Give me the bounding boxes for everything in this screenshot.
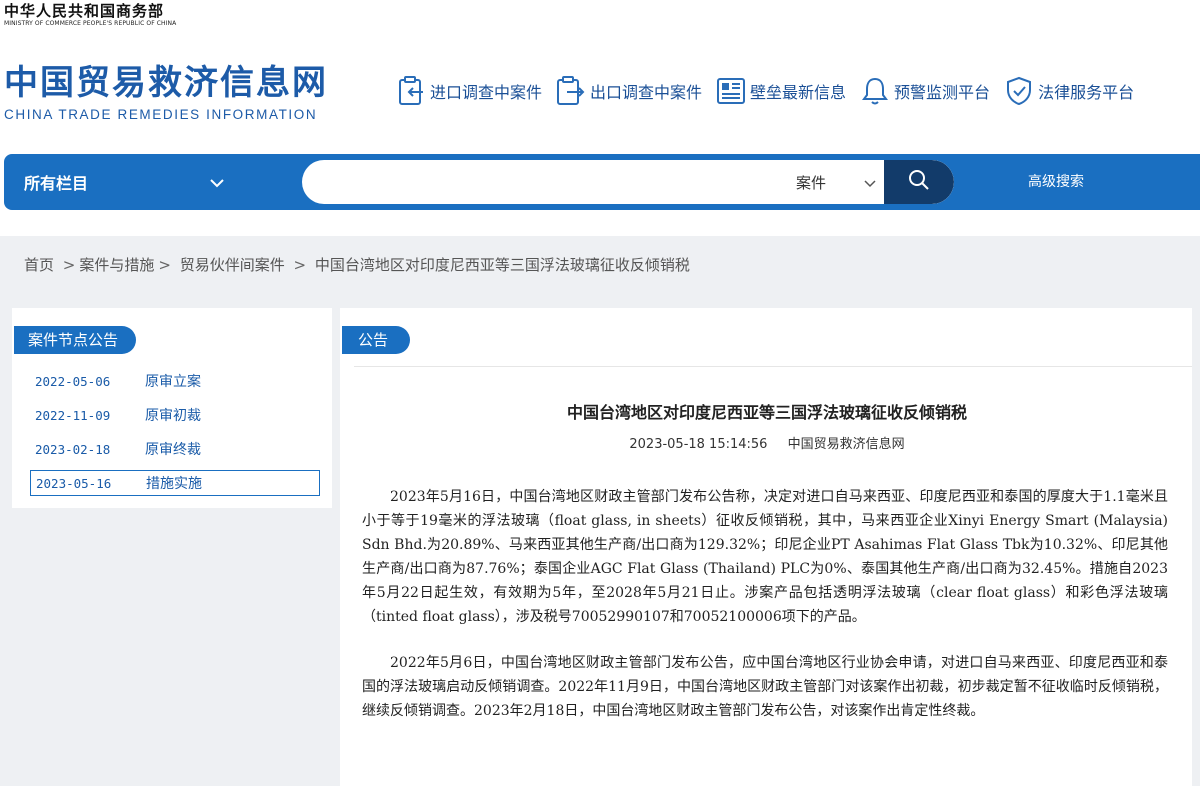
breadcrumb-partner-cases[interactable]: 贸易伙伴间案件	[180, 256, 285, 274]
site-title-en: CHINA TRADE REMEDIES INFORMATION	[4, 107, 318, 122]
case-nodes-panel: 案件节点公告 2022-05-06 原审立案 2022-11-09 原审初裁 2…	[12, 308, 332, 508]
search-button[interactable]	[884, 160, 954, 204]
announcement-article: 中国台湾地区对印度尼西亚等三国浮法玻璃征收反倾销税 2023-05-18 15:…	[354, 366, 1192, 786]
search-icon	[908, 169, 930, 195]
article-body: 2023年5月16日，中国台湾地区财政主管部门发布公告称，决定对进口自马来西亚、…	[362, 485, 1168, 745]
chevron-down-icon	[210, 173, 224, 192]
nav-label: 进口调查中案件	[430, 83, 543, 102]
shield-check-icon	[1002, 74, 1036, 108]
case-node-item[interactable]: 2022-05-06 原审立案	[30, 364, 320, 398]
node-stage: 措施实施	[146, 476, 202, 492]
article-datetime: 2023-05-18 15:14:56	[629, 437, 768, 452]
article-paragraph: 2022年5月6日，中国台湾地区财政主管部门发布公告，应中国台湾地区行业协会申请…	[362, 655, 1168, 719]
breadcrumb-separator: >	[62, 256, 76, 274]
nav-label: 法律服务平台	[1038, 83, 1135, 102]
nav-label: 预警监测平台	[894, 83, 991, 102]
breadcrumb-separator: >	[158, 256, 171, 274]
announcement-panel: 公告 中国台湾地区对印度尼西亚等三国浮法玻璃征收反倾销税 2023-05-18 …	[340, 308, 1192, 786]
nav-label: 出口调查中案件	[590, 83, 703, 102]
case-nodes-heading: 案件节点公告	[14, 326, 137, 354]
announcement-tab: 公告	[342, 326, 411, 354]
case-node-item[interactable]: 2023-02-18 原审终裁	[30, 432, 320, 466]
chevron-down-icon	[864, 173, 876, 192]
breadcrumb-current: 中国台湾地区对印度尼西亚等三国浮法玻璃征收反倾销税	[314, 256, 690, 274]
nav-warning-platform[interactable]: 预警监测平台	[858, 74, 990, 108]
breadcrumb-separator: >	[293, 256, 307, 274]
article-title: 中国台湾地区对印度尼西亚等三国浮法玻璃征收反倾销税	[566, 403, 967, 422]
article-paragraph: 2023年5月16日，中国台湾地区财政主管部门发布公告称，决定对进口自马来西亚、…	[362, 489, 1168, 625]
article-source: 中国贸易救济信息网	[787, 437, 905, 452]
search-input[interactable]	[322, 168, 762, 196]
node-date: 2022-05-06	[35, 373, 111, 389]
site-logo[interactable]: 中国贸易救济信息网 CHINA TRADE REMEDIES INFORMATI…	[4, 62, 328, 124]
case-nodes-list: 2022-05-06 原审立案 2022-11-09 原审初裁 2023-02-…	[30, 364, 320, 496]
search-type-select[interactable]: 案件	[796, 160, 876, 204]
breadcrumb: 首页 > 案件与措施 > 贸易伙伴间案件 > 中国台湾地区对印度尼西亚等三国浮法玻璃…	[24, 254, 690, 275]
nav-legal-platform[interactable]: 法律服务平台	[1002, 74, 1134, 108]
breadcrumb-cases-measures[interactable]: 案件与措施	[79, 256, 154, 274]
nav-import-cases[interactable]: 进口调查中案件	[394, 74, 542, 108]
barrier-news-icon	[714, 74, 748, 108]
site-title-cn: 中国贸易救济信息网	[4, 63, 328, 103]
search-type-value: 案件	[796, 173, 827, 192]
ministry-name-en: MINISTRY OF COMMERCE PEOPLE'S REPUBLIC O…	[4, 20, 177, 27]
column-select[interactable]: 所有栏目	[24, 154, 224, 210]
column-select-value: 所有栏目	[24, 174, 89, 193]
search-field: 案件	[302, 160, 954, 204]
article-meta: 2023-05-18 15:14:56 中国贸易救济信息网	[354, 433, 1180, 452]
export-case-icon	[554, 74, 588, 108]
nav-barrier-news[interactable]: 壁垒最新信息	[714, 74, 846, 108]
node-stage: 原审立案	[145, 374, 201, 390]
search-bar: 所有栏目 案件 高级搜索	[4, 154, 1200, 210]
top-nav: 进口调查中案件 出口调查中案件 壁垒最新信息 预警监测平台 法律服务平台	[394, 72, 1146, 110]
ministry-name-cn: 中华人民共和国商务部	[4, 2, 165, 20]
node-date: 2022-11-09	[35, 407, 111, 423]
import-case-icon	[394, 74, 428, 108]
bell-icon	[858, 74, 892, 108]
ministry-banner[interactable]: 中华人民共和国商务部 MINISTRY OF COMMERCE PEOPLE'S…	[4, 3, 176, 28]
advanced-search-link[interactable]: 高级搜索	[1028, 154, 1084, 210]
case-node-item-active[interactable]: 2023-05-16 措施实施	[30, 470, 320, 496]
node-stage: 原审终裁	[145, 442, 201, 458]
node-date: 2023-02-18	[35, 441, 111, 457]
node-stage: 原审初裁	[145, 408, 201, 424]
breadcrumb-home[interactable]: 首页	[24, 256, 54, 274]
nav-label: 壁垒最新信息	[750, 83, 847, 102]
case-node-item[interactable]: 2022-11-09 原审初裁	[30, 398, 320, 432]
node-date: 2023-05-16	[36, 475, 112, 491]
nav-export-cases[interactable]: 出口调查中案件	[554, 74, 702, 108]
